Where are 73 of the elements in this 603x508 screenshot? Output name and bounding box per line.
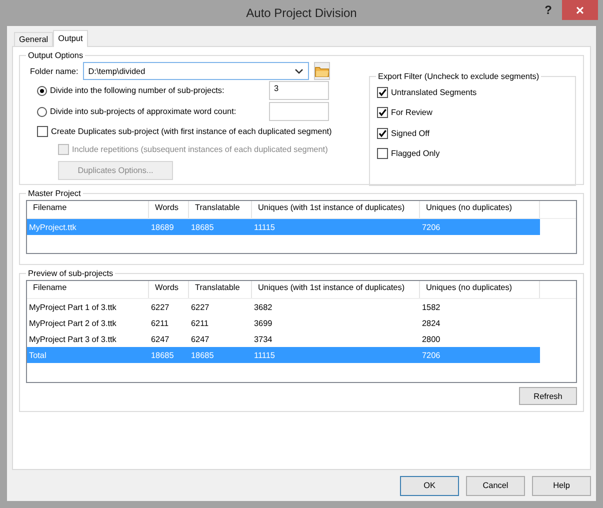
column-header[interactable]: Translatable bbox=[189, 281, 252, 298]
table-cell-text: 1582 bbox=[421, 302, 442, 312]
window-title: Auto Project Division bbox=[246, 6, 357, 20]
checkbox-label: Include repetitions (subsequent instances of each duplicated segment) bbox=[72, 144, 328, 154]
radio-label: Divide into sub-projects of approximate word count: bbox=[50, 107, 238, 116]
checkbox[interactable] bbox=[377, 107, 388, 118]
dialog-button[interactable]: OK bbox=[400, 476, 459, 496]
checkbox-label: For Review bbox=[391, 108, 432, 118]
table-cell-text: Total bbox=[28, 350, 48, 360]
table-cell-text: 6211 bbox=[190, 318, 210, 328]
checkbox[interactable] bbox=[377, 148, 388, 160]
column-header[interactable]: Translatable bbox=[189, 201, 252, 218]
column-header[interactable]: Words bbox=[149, 281, 189, 298]
checkbox-label: Create Duplicates sub-project (with first instance of each duplicated segment) bbox=[51, 126, 332, 136]
column-header[interactable]: Uniques (with 1st instance of duplicates) bbox=[252, 281, 420, 298]
table-cell-text: 18685 bbox=[190, 222, 215, 232]
folder-label: Folder name: bbox=[30, 66, 78, 76]
table-cell-text: 3682 bbox=[253, 302, 274, 312]
table-cell-text: 7206 bbox=[421, 350, 442, 360]
column-header[interactable]: Filename bbox=[27, 281, 149, 298]
checkbox-label: Signed Off bbox=[391, 128, 430, 138]
radio-button[interactable] bbox=[37, 106, 47, 116]
refresh-button[interactable]: Refresh bbox=[519, 387, 577, 405]
list-row[interactable]: MyProject Part 3 of 3.ttk 6247 6247 3734 2800 bbox=[27, 331, 540, 347]
table-cell-text: 6227 bbox=[150, 302, 170, 312]
group-title: Export Filter (Uncheck to exclude segments) bbox=[377, 72, 540, 81]
checkbox-label: Flagged Only bbox=[391, 149, 440, 158]
group-title: Preview of sub-projects bbox=[27, 269, 114, 278]
checkbox[interactable] bbox=[377, 86, 388, 98]
checkbox-label: Untranslated Segments bbox=[391, 88, 477, 97]
dropdown-caret-icon bbox=[295, 68, 304, 74]
table-cell-text: 18685 bbox=[190, 350, 215, 360]
table-cell-text: 2824 bbox=[421, 318, 442, 328]
table-cell-text: MyProject Part 1 of 3.ttk bbox=[28, 302, 118, 312]
table-cell-text: 6227 bbox=[190, 302, 210, 312]
table-cell-text: 18689 bbox=[150, 222, 175, 232]
table-cell-text: 6247 bbox=[150, 334, 170, 344]
table-cell-text: MyProject Part 2 of 3.ttk bbox=[28, 318, 118, 328]
folder-icon bbox=[315, 66, 330, 76]
radio-button[interactable] bbox=[37, 86, 47, 96]
table-cell-text: 3734 bbox=[253, 334, 274, 344]
tab[interactable]: Output bbox=[53, 30, 88, 47]
list-row[interactable]: MyProject Part 1 of 3.ttk 6227 6227 3682 1582 bbox=[27, 299, 540, 315]
close-button[interactable]: × bbox=[562, 0, 598, 20]
table-cell-text: MyProject.ttk bbox=[28, 222, 78, 232]
checkbox[interactable] bbox=[37, 126, 48, 136]
table-cell-text: 2800 bbox=[421, 334, 442, 344]
browse-folder-button[interactable] bbox=[314, 62, 330, 80]
column-header[interactable]: Filename bbox=[27, 201, 149, 218]
input-field[interactable] bbox=[269, 102, 329, 121]
table-cell-text: 3699 bbox=[253, 318, 274, 328]
table-cell-text: 11115 bbox=[253, 350, 276, 360]
radio-label: Divide into the following number of sub-projects: bbox=[50, 86, 226, 95]
help-button[interactable]: ? bbox=[544, 3, 552, 17]
checkbox[interactable] bbox=[377, 128, 388, 139]
dialog-button[interactable]: Cancel bbox=[466, 476, 525, 496]
table-cell-text: 18685 bbox=[150, 350, 175, 360]
column-header[interactable]: Uniques (no duplicates) bbox=[420, 201, 540, 218]
group-title: Master Project bbox=[27, 189, 82, 198]
folder-combo[interactable]: D:\temp\divided bbox=[83, 62, 310, 80]
dialog-button[interactable]: Help bbox=[532, 476, 591, 496]
table-cell-text: 6211 bbox=[150, 318, 170, 328]
table-cell-text: 11115 bbox=[253, 222, 276, 232]
column-header[interactable]: Words bbox=[149, 201, 189, 218]
tab[interactable]: General bbox=[14, 32, 54, 46]
column-header[interactable]: Uniques (no duplicates) bbox=[420, 281, 540, 298]
input-field[interactable]: 3 bbox=[269, 81, 329, 100]
table-cell-text: 7206 bbox=[421, 222, 442, 232]
group-title: Output Options bbox=[27, 51, 84, 60]
list-row[interactable]: MyProject Part 2 of 3.ttk 6211 6211 3699 2824 bbox=[27, 315, 540, 331]
column-header[interactable]: Uniques (with 1st instance of duplicates) bbox=[252, 201, 420, 218]
table-cell-text: 6247 bbox=[190, 334, 210, 344]
table-cell-text: MyProject Part 3 of 3.ttk bbox=[28, 334, 118, 344]
